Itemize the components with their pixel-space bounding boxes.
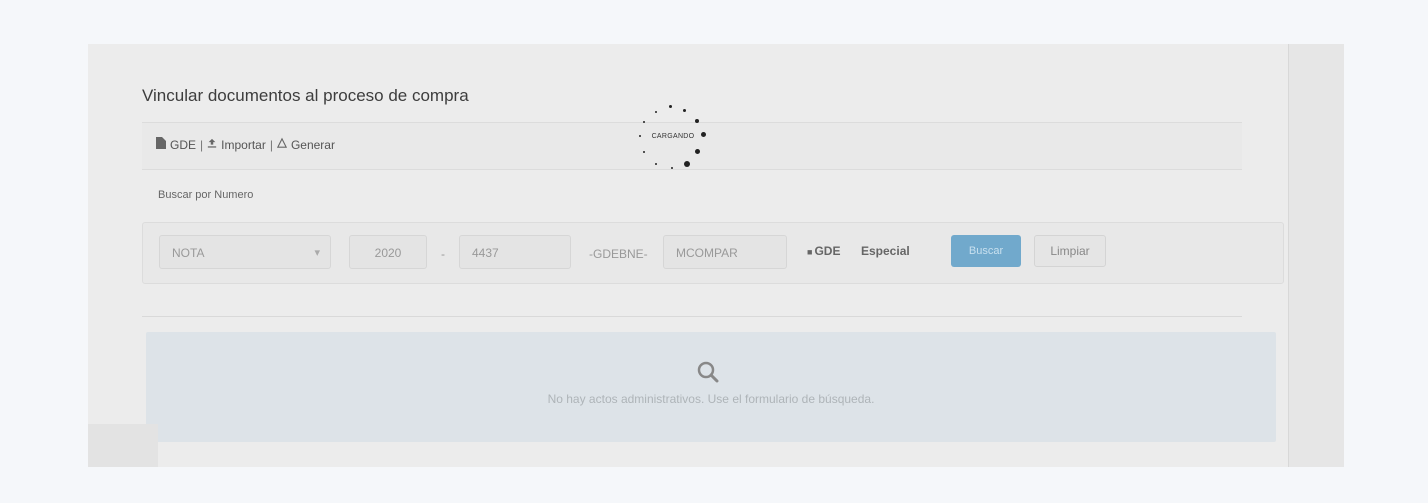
spinner-dot	[655, 163, 657, 165]
spinner-dot	[684, 161, 690, 167]
gde-checkbox[interactable]: ■ GDE	[807, 244, 840, 258]
tab-generar[interactable]: Generar	[291, 138, 335, 152]
code-input[interactable]: MCOMPAR	[663, 235, 787, 269]
empty-state: No hay actos administrativos. Use el for…	[146, 332, 1276, 442]
separator: |	[269, 137, 273, 152]
spinner-dot	[695, 149, 700, 154]
divider	[142, 316, 1242, 317]
generate-icon	[276, 137, 287, 152]
upload-icon	[207, 137, 217, 152]
spinner-dot	[671, 167, 673, 169]
type-select[interactable]: NOTA ▾	[159, 235, 331, 269]
spinner-dot	[655, 111, 657, 113]
empty-message: No hay actos administrativos. Use el for…	[547, 392, 875, 406]
page-title: Vincular documentos al proceso de compra	[142, 86, 469, 105]
search-form: NOTA ▾ 2020 - 4437 -GDEBNE- MCOMPAR ■ GDE…	[142, 222, 1284, 284]
document-icon	[156, 137, 166, 152]
search-label: Buscar por Numero	[158, 189, 254, 201]
spinner-dot	[643, 121, 645, 123]
spinner-dot	[683, 109, 686, 112]
gde-checkbox-label: GDE	[814, 244, 841, 258]
loading-spinner: CARGANDO	[633, 99, 713, 179]
spinner-dot	[669, 105, 672, 108]
year-input[interactable]: 2020	[349, 235, 427, 269]
tab-gde[interactable]: GDE	[170, 138, 196, 152]
modal-frame: Vincular documentos al proceso de compra…	[88, 44, 1344, 467]
bottom-corner	[88, 424, 158, 467]
especial-label: Especial	[861, 244, 910, 258]
clear-button[interactable]: Limpiar	[1034, 235, 1106, 267]
dash-separator: -	[441, 247, 445, 261]
spinner-dot	[695, 119, 699, 123]
gdebne-text: -GDEBNE-	[589, 247, 648, 261]
search-icon	[697, 361, 719, 383]
scrollbar[interactable]	[1288, 44, 1344, 467]
search-button[interactable]: Buscar	[951, 235, 1021, 267]
tab-importar[interactable]: Importar	[221, 138, 266, 152]
spinner-dot	[643, 151, 645, 153]
type-select-value: NOTA	[172, 246, 205, 260]
checkbox-icon: ■	[807, 247, 813, 257]
separator: |	[200, 137, 204, 152]
number-input[interactable]: 4437	[459, 235, 571, 269]
chevron-down-icon: ▾	[314, 247, 320, 259]
loader-text: CARGANDO	[651, 133, 695, 140]
